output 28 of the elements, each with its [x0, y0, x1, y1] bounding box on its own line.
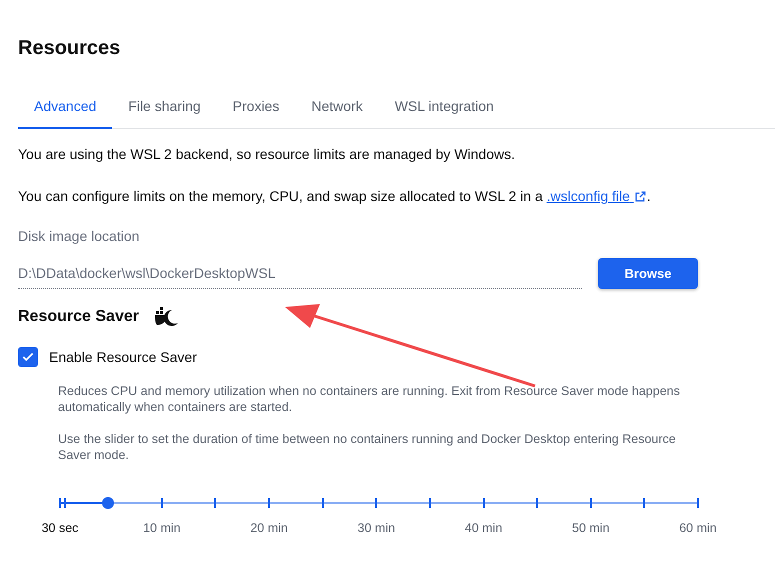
tab[interactable]: Network	[295, 98, 379, 129]
tick-label: 50 min	[572, 521, 610, 535]
enable-checkbox[interactable]: Enable Resource Saver	[18, 347, 775, 367]
tab[interactable]: Proxies	[216, 98, 296, 129]
field-label: Disk image location	[18, 228, 140, 244]
tick-label: 30 sec	[42, 521, 78, 535]
tick-label: 40 min	[464, 521, 502, 535]
info-text: You are using the WSL 2 backend, so resource limits are managed by Windows.	[18, 145, 516, 163]
tick-label: 30 min	[358, 521, 396, 535]
slider-hint-text: Use the slider to set the duration of time between no containers running and Docker Desktop entering Resource Saver mode.	[58, 431, 677, 463]
check-icon	[21, 350, 35, 364]
browse-button[interactable]: Browse	[598, 258, 698, 289]
whale-moon-icon	[152, 307, 179, 327]
description-text: Reduces CPU and memory utilization when no containers are running. Exit from Resource Saver mode happens automatically when containers are started.	[58, 383, 681, 415]
section-heading: Resource Saver	[18, 308, 139, 326]
disk-path-field[interactable]: D:\DData\docker\wsl\DockerDesktopWSL	[18, 258, 582, 288]
config-text: You can configure limits on the memory, CPU, and swap size allocated to WSL 2 in a .wslconfig file .	[18, 187, 652, 205]
tick-label: 20 min	[250, 521, 288, 535]
checkbox-label: Enable Resource Saver	[49, 349, 197, 365]
slider-thumb[interactable]	[102, 497, 114, 509]
tick-label: 60 min	[679, 521, 717, 535]
wslconfig-link[interactable]: .wslconfig file	[546, 188, 647, 204]
tab[interactable]: Advanced	[18, 98, 112, 129]
external-link-icon	[634, 190, 647, 203]
tab[interactable]: WSL integration	[378, 98, 510, 129]
page-title: Resources	[18, 36, 122, 60]
tab[interactable]: File sharing	[112, 98, 217, 129]
tick-label: 10 min	[143, 521, 181, 535]
